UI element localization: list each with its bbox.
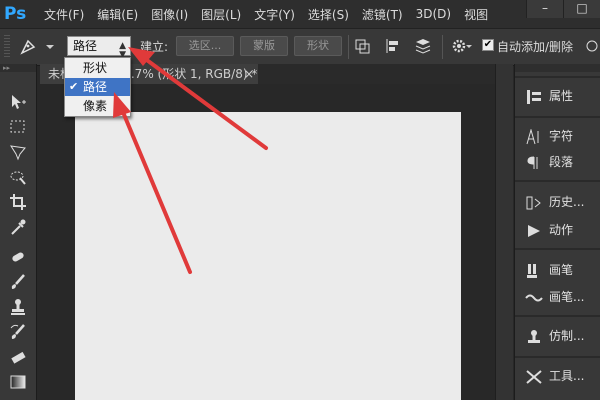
create-label: 建立: bbox=[140, 40, 169, 54]
document-canvas[interactable] bbox=[75, 112, 461, 400]
menu-select[interactable]: 选择(S) bbox=[308, 6, 349, 23]
auto-add-delete-checkbox[interactable]: ✔ bbox=[482, 39, 494, 51]
tool-mode-value: 路径 bbox=[73, 39, 98, 53]
divider bbox=[515, 315, 600, 317]
menu-view[interactable]: 视图 bbox=[464, 6, 488, 23]
tool-preset-picker[interactable] bbox=[16, 35, 62, 57]
divider bbox=[515, 180, 600, 182]
constrain-icon[interactable] bbox=[584, 36, 600, 56]
path-alignment-icon[interactable] bbox=[382, 36, 404, 56]
brush-presets-icon bbox=[525, 290, 543, 306]
menu-layer[interactable]: 图层(L) bbox=[201, 6, 241, 23]
panel-properties[interactable]: 属性 bbox=[525, 86, 600, 106]
toolbox: ▸▸ bbox=[0, 64, 37, 400]
move-tool-icon[interactable] bbox=[8, 92, 28, 112]
panel-label: 段落 bbox=[549, 155, 574, 169]
panel-label: 字符 bbox=[549, 129, 574, 143]
healing-brush-tool-icon[interactable] bbox=[8, 247, 28, 267]
panel-character[interactable]: 字符 bbox=[525, 126, 600, 146]
crop-tool-icon[interactable] bbox=[8, 192, 28, 212]
photoshop-logo: Ps bbox=[4, 4, 27, 24]
panel-label: 仿制... bbox=[549, 329, 585, 343]
menu-3d[interactable]: 3D(D) bbox=[416, 7, 451, 21]
clone-stamp-tool-icon[interactable] bbox=[8, 297, 28, 317]
mode-option-label: 路径 bbox=[83, 80, 108, 94]
close-tab-icon[interactable]: × bbox=[244, 64, 254, 84]
panel-actions[interactable]: 动作 bbox=[525, 220, 600, 240]
mode-option-label: 像素 bbox=[83, 99, 108, 113]
divider bbox=[442, 35, 443, 59]
gradient-tool-icon[interactable] bbox=[8, 372, 28, 392]
actions-play-icon bbox=[525, 223, 543, 239]
eraser-tool-icon[interactable] bbox=[8, 347, 28, 367]
brush-icon bbox=[525, 263, 543, 279]
divider bbox=[515, 76, 600, 78]
panel-dock-strip[interactable] bbox=[495, 64, 513, 400]
make-mask-button[interactable]: 蒙版 bbox=[240, 36, 288, 56]
history-brush-tool-icon[interactable] bbox=[8, 322, 28, 342]
tool-presets-icon bbox=[525, 369, 543, 385]
window-controls: – □ bbox=[526, 0, 600, 18]
menu-file[interactable]: 文件(F) bbox=[44, 6, 84, 23]
properties-icon bbox=[525, 89, 543, 105]
clone-source-icon bbox=[525, 329, 543, 345]
lasso-tool-icon[interactable] bbox=[8, 142, 28, 162]
mode-option-pixels[interactable]: 像素 bbox=[65, 97, 130, 115]
character-icon bbox=[525, 128, 543, 145]
divider bbox=[348, 35, 349, 59]
mode-option-path[interactable]: ✔ 路径 bbox=[65, 78, 130, 96]
panel-label: 属性 bbox=[549, 89, 574, 103]
panel-label: 动作 bbox=[549, 223, 574, 237]
panel-paragraph[interactable]: 段落 bbox=[525, 152, 600, 172]
auto-add-delete-label: 自动添加/删除 bbox=[497, 40, 574, 54]
path-arrangement-icon[interactable] bbox=[412, 36, 434, 56]
options-bar-grip[interactable] bbox=[4, 35, 10, 59]
divider bbox=[515, 116, 600, 118]
panel-label: 工具... bbox=[549, 369, 585, 383]
tool-mode-select[interactable]: 路径 ▲ ▼ bbox=[67, 36, 131, 60]
brush-tool-icon[interactable] bbox=[8, 272, 28, 292]
panel-label: 画笔... bbox=[549, 290, 585, 304]
eyedropper-tool-icon[interactable] bbox=[8, 217, 28, 237]
menu-type[interactable]: 文字(Y) bbox=[254, 6, 295, 23]
mode-option-label: 形状 bbox=[83, 61, 108, 75]
make-shape-button[interactable]: 形状 bbox=[294, 36, 342, 56]
panel-dock-header[interactable] bbox=[515, 64, 600, 72]
divider bbox=[515, 248, 600, 250]
maximize-button[interactable]: □ bbox=[563, 0, 600, 18]
panel-label: 历史... bbox=[549, 195, 585, 209]
tool-mode-dropdown: 形状 ✔ 路径 像素 bbox=[64, 57, 131, 117]
menu-image[interactable]: 图像(I) bbox=[151, 6, 188, 23]
marquee-tool-icon[interactable] bbox=[8, 117, 28, 137]
menu-edit[interactable]: 编辑(E) bbox=[97, 6, 138, 23]
panel-brush[interactable]: 画笔 bbox=[525, 260, 600, 280]
menu-bar: Ps 文件(F) 编辑(E) 图像(I) 图层(L) 文字(Y) 选择(S) 滤… bbox=[0, 0, 600, 28]
divider bbox=[515, 356, 600, 358]
check-icon: ✔ bbox=[69, 80, 79, 93]
make-selection-button[interactable]: 选区... bbox=[176, 36, 234, 56]
minimize-button[interactable]: – bbox=[526, 0, 563, 18]
paragraph-icon bbox=[525, 155, 543, 171]
gear-icon[interactable] bbox=[450, 36, 472, 56]
panel-clone-source[interactable]: 仿制... bbox=[525, 326, 600, 346]
panel-dock: 属性 字符 段落 历史... 动作 画笔 画笔... 仿制... 工具... bbox=[514, 64, 600, 400]
mode-option-shape[interactable]: 形状 bbox=[65, 59, 130, 77]
menu-filter[interactable]: 滤镜(T) bbox=[362, 6, 403, 23]
history-icon bbox=[525, 195, 543, 211]
path-operations-icon[interactable] bbox=[352, 36, 374, 56]
panel-label: 画笔 bbox=[549, 263, 574, 277]
toolbox-collapse-icon[interactable]: ▸▸ bbox=[0, 64, 36, 72]
panel-tool-presets[interactable]: 工具... bbox=[525, 366, 600, 386]
panel-brush-presets[interactable]: 画笔... bbox=[525, 287, 600, 307]
panel-history[interactable]: 历史... bbox=[525, 192, 600, 212]
quick-selection-tool-icon[interactable] bbox=[8, 167, 28, 187]
pen-tool-icon bbox=[20, 39, 54, 55]
